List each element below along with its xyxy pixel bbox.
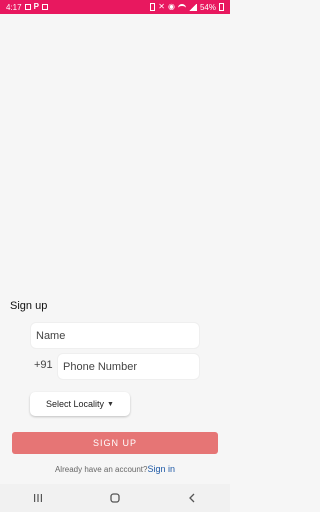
- name-input[interactable]: [31, 329, 199, 342]
- notification-icon: [24, 4, 31, 10]
- phone-field[interactable]: [57, 353, 200, 380]
- image-icon: [41, 4, 48, 10]
- wifi-icon: [177, 4, 186, 10]
- signin-link[interactable]: Sign in: [147, 464, 175, 474]
- battery-percent: 54%: [199, 2, 216, 12]
- account-prompt-text: Already have an account?: [54, 465, 148, 474]
- locality-label: Select Locality: [46, 399, 105, 409]
- battery-icon: [219, 3, 224, 11]
- back-button[interactable]: [177, 488, 207, 508]
- page-title: Sign up: [10, 300, 48, 312]
- phone-input[interactable]: [58, 360, 199, 373]
- status-left: 4:17 P: [6, 3, 48, 12]
- signin-prompt: Already have an account?Sign in: [0, 464, 230, 474]
- status-right: ✕ ◉ 54%: [150, 3, 224, 12]
- signup-button[interactable]: SIGN UP: [12, 432, 218, 454]
- status-bar: 4:17 P ✕ ◉ 54%: [0, 0, 230, 14]
- recent-apps-icon: [34, 494, 43, 502]
- recent-apps-button[interactable]: [23, 488, 53, 508]
- nav-bar: [0, 484, 230, 512]
- battery-saver-icon: [150, 3, 156, 11]
- hotspot-icon: ◉: [168, 2, 175, 11]
- mute-icon: ✕: [158, 2, 165, 11]
- home-button[interactable]: [100, 488, 130, 508]
- locality-dropdown[interactable]: Select Locality ▼: [30, 392, 130, 416]
- p-icon: P: [33, 2, 39, 11]
- name-field[interactable]: [30, 322, 200, 349]
- caret-down-icon: ▼: [107, 400, 114, 408]
- signal-icon: [188, 3, 197, 11]
- status-time: 4:17: [6, 2, 22, 12]
- back-icon: [188, 493, 195, 503]
- country-code: +91: [34, 359, 53, 371]
- home-icon: [110, 493, 120, 503]
